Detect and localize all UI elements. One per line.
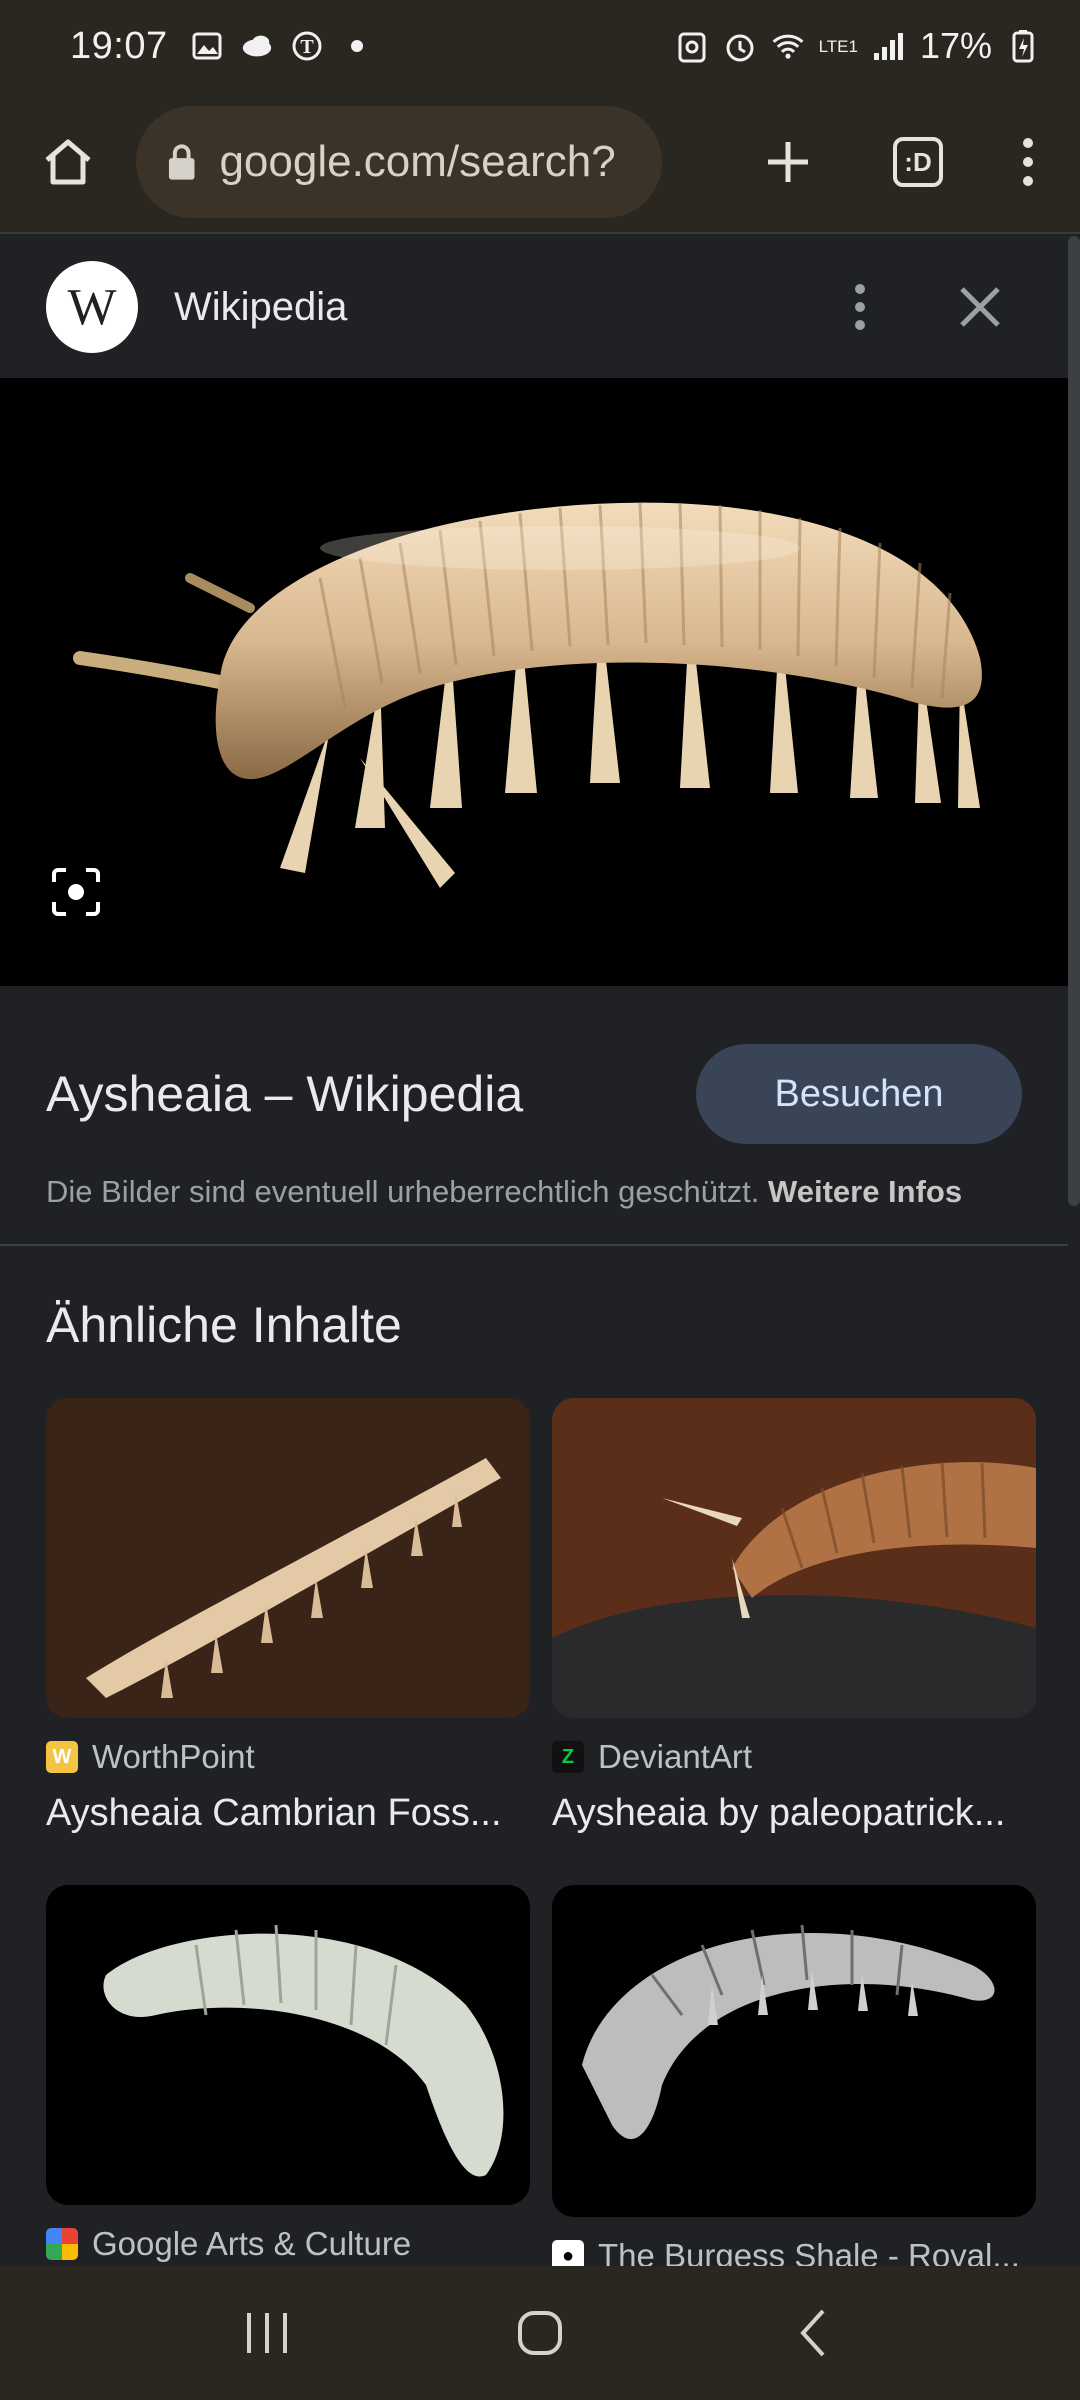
notification-icons: T [190,29,374,63]
hero-image[interactable] [0,378,1068,986]
related-image[interactable] [552,1398,1036,1718]
deviantart-favicon: Z [552,1741,584,1773]
worthpoint-favicon: W [46,1741,78,1773]
visit-button[interactable]: Besuchen [696,1044,1022,1144]
gallery-icon [190,29,224,63]
result-title[interactable]: Aysheaia – Wikipedia [46,1065,523,1123]
status-bar: 19:07 T LTE1 17% [0,0,1080,92]
browser-toolbar: google.com/search? :D [0,92,1080,234]
related-card[interactable]: Z DeviantArt Aysheaia by paleopatrick... [552,1398,1036,1835]
status-right: LTE1 17% [675,25,1040,67]
battery-percent: 17% [919,25,992,66]
nyt-icon: T [290,29,324,63]
related-source: ● The Burgess Shale - Royal... [552,2237,1036,2266]
plus-icon [768,142,808,182]
tab-count: :D [893,137,943,187]
related-source: W WorthPoint [46,1738,530,1776]
related-card[interactable]: ● The Burgess Shale - Royal... [552,1885,1036,2266]
status-time: 19:07 [70,24,168,67]
related-image[interactable] [552,1885,1036,2217]
recents-icon [246,2313,287,2353]
related-title[interactable]: Aysheaia Cambrian Foss... [46,1792,530,1835]
new-tab-button[interactable] [748,122,828,202]
related-source: Z DeviantArt [552,1738,1036,1776]
home-icon [45,139,91,185]
wifi-icon [771,29,805,63]
toolbar-actions: :D [748,122,1052,202]
system-nav-bar [0,2266,1080,2400]
svg-text:T: T [300,36,314,58]
back-button[interactable] [768,2288,858,2378]
lens-search-icon[interactable] [50,866,102,918]
url-text: google.com/search? [219,137,616,186]
related-grid: W WorthPoint Aysheaia Cambrian Foss... Z [0,1354,1068,2266]
related-source-name: The Burgess Shale - Royal... [598,2237,1020,2266]
related-source-name: DeviantArt [598,1738,753,1775]
result-info: Aysheaia – Wikipedia Besuchen Die Bilder… [0,986,1068,1246]
lock-icon [168,144,195,180]
google-arts-favicon [46,2228,78,2260]
related-image[interactable] [46,1398,530,1718]
copyright-notice: Die Bilder sind eventuell urheberrechtli… [46,1174,1022,1210]
related-source-name: Google Arts & Culture [92,2225,412,2262]
related-card[interactable]: Google Arts & Culture [46,1885,530,2266]
result-row: Aysheaia – Wikipedia Besuchen [46,1044,1022,1144]
related-title[interactable]: Aysheaia by paleopatrick... [552,1792,1036,1835]
network-type-label: LTE1 [818,36,858,56]
back-icon [800,2309,825,2357]
recycle-icon [675,29,709,63]
velvet-worm-illustration [73,502,982,888]
more-vert-icon [1023,138,1033,186]
recent-apps-button[interactable] [222,2288,312,2378]
burgess-shale-favicon: ● [552,2240,584,2266]
panel-header: W Wikipedia [0,236,1068,378]
tab-switcher-button[interactable]: :D [878,122,958,202]
home-button[interactable] [28,122,108,202]
more-options-icon[interactable] [852,282,868,332]
battery-charging-icon [1006,29,1040,63]
address-bar[interactable]: google.com/search? [136,106,662,218]
related-source-name: WorthPoint [92,1738,255,1775]
related-image[interactable] [46,1885,530,2205]
cloud-icon [240,29,274,63]
signal-icon [872,29,906,63]
alarm-icon [723,29,757,63]
image-preview-panel: W Wikipedia Aysheaia – Wikipedia Besuche… [0,236,1068,2266]
related-source: Google Arts & Culture [46,2225,530,2263]
related-card[interactable]: W WorthPoint Aysheaia Cambrian Foss... [46,1398,530,1835]
close-icon[interactable] [958,285,1002,329]
more-info-link[interactable]: Weitere Infos [768,1174,962,1209]
dot-icon [340,29,374,63]
header-actions [852,282,1002,332]
nav-home-button[interactable] [495,2288,585,2378]
home-circle-icon [517,2311,562,2355]
panel-source-name: Wikipedia [174,284,348,329]
copyright-text: Die Bilder sind eventuell urheberrechtli… [46,1174,760,1209]
panel-scrollbar[interactable] [1068,236,1080,1206]
related-heading: Ähnliche Inhalte [46,1297,402,1353]
browser-menu-button[interactable] [1008,122,1048,202]
wikipedia-logo: W [46,261,138,353]
